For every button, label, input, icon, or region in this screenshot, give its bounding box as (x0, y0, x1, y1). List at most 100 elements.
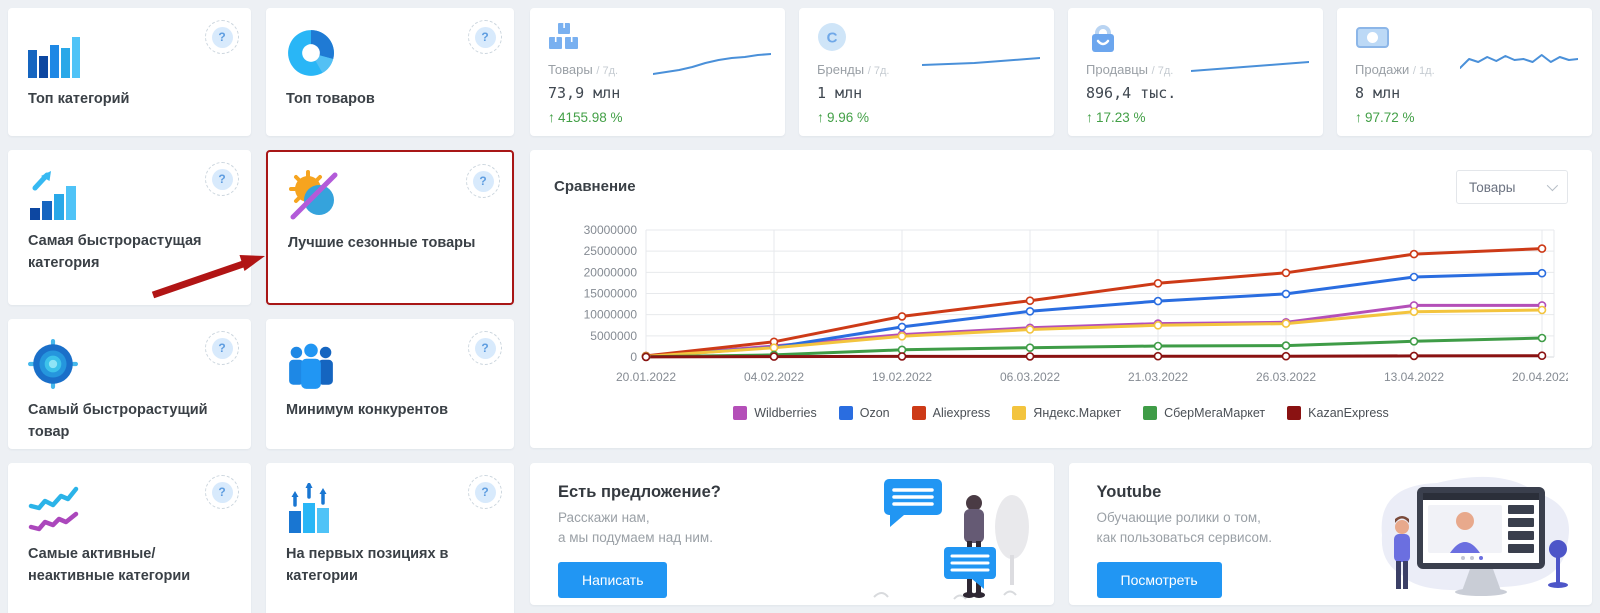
nav-card-first-positions[interactable]: ? На первых позициях в категории (266, 463, 514, 613)
nav-card-top-categories[interactable]: ? Топ категорий (8, 8, 251, 136)
data-point (1027, 344, 1034, 351)
stat-delta: ↑4155.98 % (548, 109, 767, 125)
help-button[interactable]: ? (468, 331, 502, 365)
svg-text:10000000: 10000000 (584, 308, 638, 322)
help-button[interactable]: ? (468, 20, 502, 54)
sparkline (1460, 48, 1578, 80)
watch-button[interactable]: Посмотреть (1097, 562, 1222, 598)
svg-text:20.04.2022: 20.04.2022 (1512, 370, 1568, 384)
youtube-illustration (1362, 465, 1582, 605)
nav-card-label: Лучшие сезонные товары (288, 232, 492, 254)
help-button[interactable]: ? (205, 20, 239, 54)
metric-dropdown[interactable]: Товары (1456, 170, 1568, 204)
stat-delta: ↑97.72 % (1355, 109, 1574, 125)
legend-swatch (1143, 406, 1157, 420)
help-button[interactable]: ? (466, 164, 500, 198)
question-mark-icon: ? (475, 482, 496, 503)
stat-delta: ↑9.96 % (817, 109, 1036, 125)
question-mark-icon: ? (212, 27, 233, 48)
series-line-Яндекс.Маркет (646, 310, 1542, 356)
people-icon (286, 337, 494, 389)
nav-card-top-products[interactable]: ? Топ товаров (266, 8, 514, 136)
legend-swatch (733, 406, 747, 420)
series-line-KazanExpress (646, 356, 1542, 357)
nav-card-grid: ? Топ категорий ? (8, 8, 514, 613)
stat-period: / 1д. (1413, 65, 1435, 77)
growth-bars-icon (28, 168, 231, 220)
stats-row: Товары / 7д. 73,9 млн ↑4155.98 % C Бренд… (530, 8, 1592, 136)
nav-card-min-competitors[interactable]: ? Минимум конкурентов (266, 319, 514, 449)
legend-item[interactable]: СберМегаМаркет (1143, 406, 1265, 420)
data-point (1411, 274, 1418, 281)
data-point (1027, 308, 1034, 315)
svg-text:15000000: 15000000 (584, 287, 638, 301)
stat-value: 73,9 млн (548, 84, 767, 102)
svg-text:0: 0 (630, 350, 637, 364)
stat-card-brands[interactable]: C Бренды / 7д. 1 млн ↑9.96 % (799, 8, 1054, 136)
svg-text:30000000: 30000000 (584, 223, 638, 237)
legend-item[interactable]: Яндекс.Маркет (1012, 406, 1121, 420)
svg-text:13.04.2022: 13.04.2022 (1384, 370, 1444, 384)
nav-card-label: Самые активные/неактивные категории (28, 543, 231, 588)
data-point (1155, 280, 1162, 287)
legend-swatch (912, 406, 926, 420)
svg-text:25000000: 25000000 (584, 244, 638, 258)
help-button[interactable]: ? (468, 475, 502, 509)
sparkline (1191, 48, 1309, 80)
write-button[interactable]: Написать (558, 562, 667, 598)
chart-title: Сравнение (554, 170, 636, 195)
data-point (1283, 290, 1290, 297)
promo-card-suggestion: Есть предложение? Расскажи нам, а мы под… (530, 463, 1054, 605)
dropdown-value: Товары (1469, 180, 1515, 195)
data-point (899, 323, 906, 330)
up-arrow-icon: ↑ (817, 109, 824, 125)
nav-card-label: Самая быстрорастущая категория (28, 230, 231, 275)
legend-item[interactable]: Wildberries (733, 406, 817, 420)
data-point (1283, 353, 1290, 360)
legend-swatch (1012, 406, 1026, 420)
up-arrow-icon: ↑ (1086, 109, 1093, 125)
question-mark-icon: ? (475, 338, 496, 359)
nav-card-best-seasonal-products[interactable]: ? Лучшие сезонные товары (266, 150, 514, 305)
data-point (1155, 343, 1162, 350)
svg-text:5000000: 5000000 (590, 329, 637, 343)
sparkline (922, 48, 1040, 80)
nav-card-label: Топ товаров (286, 88, 494, 110)
up-arrow-icon: ↑ (548, 109, 555, 125)
svg-text:20.01.2022: 20.01.2022 (616, 370, 676, 384)
nav-card-fastest-growing-product[interactable]: ? Самый быстрорастущий товар (8, 319, 251, 449)
pie-chart-icon (286, 26, 494, 78)
help-button[interactable]: ? (205, 331, 239, 365)
data-point (1411, 352, 1418, 359)
data-point (1539, 307, 1546, 314)
podium-arrows-icon (286, 481, 494, 533)
sparkline-path (1191, 62, 1309, 71)
legend-label: Aliexpress (933, 406, 991, 420)
svg-text:21.03.2022: 21.03.2022 (1128, 370, 1188, 384)
data-point (771, 353, 778, 360)
legend-item[interactable]: Aliexpress (912, 406, 991, 420)
svg-text:26.03.2022: 26.03.2022 (1256, 370, 1316, 384)
data-point (899, 353, 906, 360)
question-mark-icon: ? (212, 482, 233, 503)
legend-item[interactable]: Ozon (839, 406, 890, 420)
nav-card-label: Топ категорий (28, 88, 231, 110)
stat-card-products[interactable]: Товары / 7д. 73,9 млн ↑4155.98 % (530, 8, 785, 136)
svg-text:04.02.2022: 04.02.2022 (744, 370, 804, 384)
question-mark-icon: ? (212, 338, 233, 359)
legend-label: Wildberries (754, 406, 817, 420)
question-mark-icon: ? (475, 27, 496, 48)
help-button[interactable]: ? (205, 475, 239, 509)
stat-period: / 7д. (868, 65, 890, 77)
help-button[interactable]: ? (205, 162, 239, 196)
sparkline-path (653, 54, 771, 74)
stat-value: 1 млн (817, 84, 1036, 102)
stat-card-sellers[interactable]: Продавцы / 7д. 896,4 тыс. ↑17.23 % (1068, 8, 1323, 136)
nav-card-active-inactive-categories[interactable]: ? Самые активные/неактивные категории (8, 463, 251, 613)
nav-card-fastest-growing-category[interactable]: ? Самая быстрорастущая категория (8, 150, 251, 305)
legend-item[interactable]: KazanExpress (1287, 406, 1389, 420)
legend-label: СберМегаМаркет (1164, 406, 1265, 420)
svg-text:C: C (827, 30, 838, 47)
target-icon (28, 337, 231, 389)
stat-card-sales[interactable]: Продажи / 1д. 8 млн ↑97.72 % (1337, 8, 1592, 136)
